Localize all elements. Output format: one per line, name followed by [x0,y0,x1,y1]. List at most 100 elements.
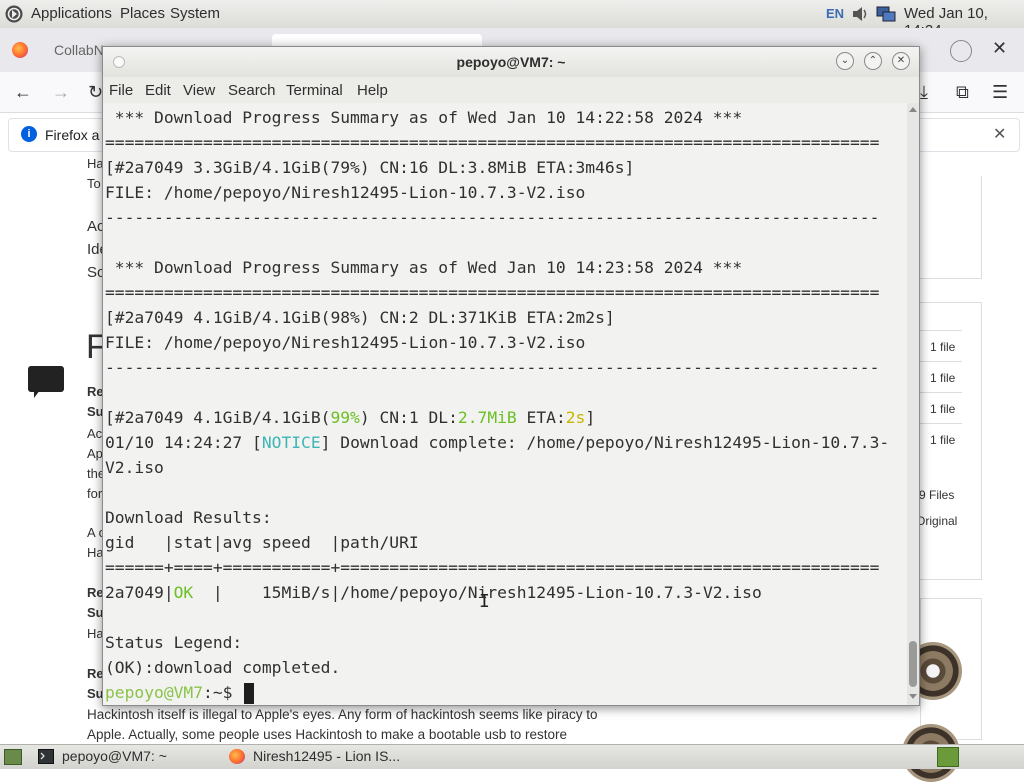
volume-icon[interactable] [850,5,870,23]
downloads-icon[interactable]: ⤓ [920,82,928,103]
terminal-icon [38,749,54,764]
file-count: 1 file [930,402,956,416]
divider [918,423,962,424]
close-icon[interactable]: ✕ [892,52,910,70]
line-text: ) CN:1 DL: [359,408,458,427]
comments-icon [28,366,64,398]
file-count: 1 file [930,340,956,354]
line-text: 01/10 14:24:27 [ [105,433,262,452]
terminal-line: ----------------------------------------… [105,358,880,377]
terminal-line: FILE: /home/pepoyo/Niresh12495-Lion-10.7… [105,183,586,202]
terminal-menubar: File Edit View Search Terminal Help [103,77,919,103]
bottom-panel: pepoyo@VM7: ~ Niresh12495 - Lion IS... [0,744,1024,769]
scrollbar-thumb[interactable] [909,641,917,687]
file-count: 1 file [930,371,956,385]
show-desktop-icon[interactable] [4,749,22,765]
network-icon[interactable] [876,5,896,23]
file-count: 1 file [930,433,956,447]
line-text: [#2a7049 4.1GiB/4.1GiB( [105,408,331,427]
terminal-line: [#2a7049 3.3GiB/4.1GiB(79%) CN:16 DL:3.8… [105,158,635,177]
menu-search[interactable]: Search [228,82,276,99]
terminal-line: *** Download Progress Summary as of Wed … [105,108,743,127]
line-text: ETA: [516,408,566,427]
terminal-title: pepoyo@VM7: ~ [456,54,566,70]
terminal-line: gid |stat|avg speed |path/URI [105,533,419,552]
ibeam-cursor-icon: I [479,591,490,612]
line-text: 2a7049| [105,583,174,602]
terminal-line: ======+====+===========+================… [105,558,880,577]
page-text: To [87,176,101,191]
back-arrow-icon[interactable]: ← [14,82,32,103]
terminal-line: 2a7049|OK | 15MiB/s|/home/pepoyo/Niresh1… [105,580,762,605]
terminal-line: ----------------------------------------… [105,208,880,227]
top-panel: Applications Places System EN Wed Jan 10… [0,0,1024,39]
taskbar-item-firefox[interactable]: Niresh12495 - Lion IS... [229,746,429,767]
line-text: ] Download complete: /home/pepoyo/Niresh… [320,433,890,452]
reload-icon[interactable]: ↻ [88,82,103,103]
divider [918,361,962,362]
terminal-window: pepoyo@VM7: ~ ⌄ ⌃ ✕ File Edit View Searc… [102,46,920,706]
scroll-down-icon[interactable] [909,694,917,699]
status-ok: OK [173,583,194,602]
notification-close-icon[interactable]: ✕ [993,124,1006,144]
taskbar-item-terminal[interactable]: pepoyo@VM7: ~ [38,746,218,767]
terminal-line: V2.iso [105,458,164,477]
download-speed: 2.7MiB [457,408,517,427]
terminal-line: [#2a7049 4.1GiB/4.1GiB(99%) CN:1 DL:2.7M… [105,405,595,430]
original-link[interactable]: Original [916,514,957,528]
sidebar-card [918,176,982,279]
scroll-up-icon[interactable] [909,107,917,112]
progress-percent: 99% [330,408,360,427]
notice-tag: NOTICE [261,433,321,452]
info-icon: i [21,126,37,142]
terminal-line: (OK):download completed. [105,658,341,677]
terminal-line: ========================================… [105,283,880,302]
terminal-line: ========================================… [105,133,880,152]
prompt-path: :~$ [203,683,243,702]
terminal-line: 01/10 14:24:27 [NOTICE] Download complet… [105,430,889,455]
minimize-icon[interactable]: ⌄ [836,52,854,70]
comment-paragraph: Hackintosh itself is illegal to Apple's … [87,707,598,722]
maximize-icon[interactable]: ⌃ [864,52,882,70]
firefox-icon [229,749,245,764]
prompt-user: pepoyo@VM7 [105,683,204,702]
eta-value: 2s [565,408,586,427]
page-text: Ac [87,426,103,441]
menu-terminal[interactable]: Terminal [286,82,343,99]
applications-menu[interactable]: Applications [31,5,112,22]
terminal-prompt-line[interactable]: pepoyo@VM7:~$ [105,680,255,705]
forward-arrow-icon[interactable]: → [52,82,70,103]
system-logo-icon[interactable] [4,4,24,24]
page-text: Ap [87,446,103,461]
taskbar-item-label: pepoyo@VM7: ~ [62,748,167,764]
total-files: 9 Files [919,488,955,502]
list-all-tabs-icon[interactable] [950,40,972,62]
keyboard-layout-indicator[interactable]: EN [826,6,844,21]
menu-edit[interactable]: Edit [145,82,171,99]
menu-help[interactable]: Help [357,82,388,99]
workspace-switcher[interactable] [937,747,959,767]
system-menu[interactable]: System [170,5,220,22]
browser-tab-title: CollabN [54,42,104,58]
comment-paragraph: Apple. Actually, some people uses Hackin… [87,727,568,742]
menu-icon[interactable]: ☰ [992,82,1008,103]
page-text: for [87,486,103,501]
extensions-icon[interactable]: ⧉ [956,82,969,103]
divider [918,392,962,393]
terminal-line: Status Legend: [105,633,243,652]
notification-text: Firefox a [45,127,100,143]
divider [918,330,962,331]
terminal-scrollbar[interactable] [907,103,919,705]
terminal-output[interactable]: *** Download Progress Summary as of Wed … [103,103,907,705]
menu-view[interactable]: View [183,82,215,99]
close-icon[interactable]: ✕ [992,38,1007,59]
terminal-line: [#2a7049 4.1GiB/4.1GiB(98%) CN:2 DL:371K… [105,308,615,327]
terminal-line: FILE: /home/pepoyo/Niresh12495-Lion-10.7… [105,333,586,352]
terminal-titlebar[interactable]: pepoyo@VM7: ~ ⌄ ⌃ ✕ [103,47,919,77]
places-menu[interactable]: Places [120,5,165,22]
line-text: ] [585,408,596,427]
firefox-icon [12,42,28,58]
menu-file[interactable]: File [109,82,133,99]
terminal-line: Download Results: [105,508,272,527]
line-text: | 15MiB/s|/home/pepoyo/Niresh12495-Lion-… [193,583,762,602]
